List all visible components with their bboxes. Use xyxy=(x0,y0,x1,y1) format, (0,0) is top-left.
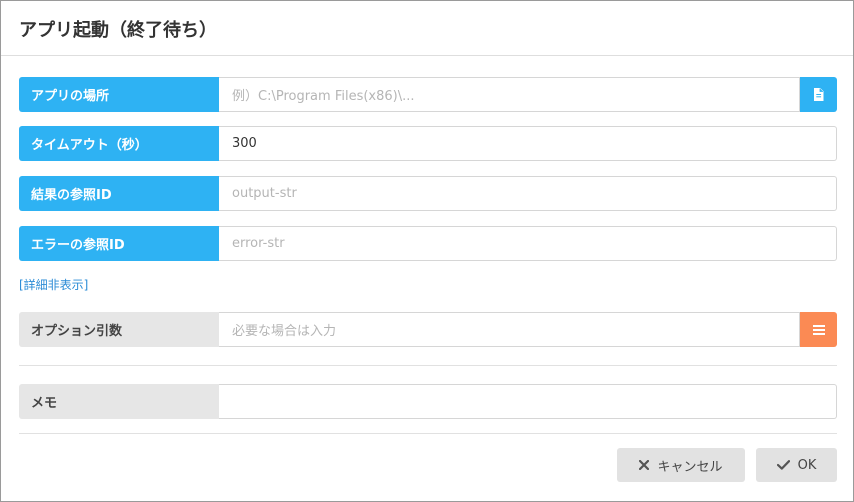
cancel-button-label: キャンセル xyxy=(657,459,723,475)
memo-label: メモ xyxy=(19,384,219,419)
error-ref-placeholder: error-str xyxy=(232,236,285,251)
file-picker-button[interactable] xyxy=(800,77,837,112)
error-ref-row: エラーの参照ID error-str xyxy=(19,226,837,261)
dialog-header: アプリ起動（終了待ち） xyxy=(1,1,853,56)
memo-input[interactable] xyxy=(219,384,837,419)
toggle-details-link[interactable]: [詳細非表示] xyxy=(19,276,88,293)
ok-button-label: OK xyxy=(797,457,817,473)
divider xyxy=(19,365,837,366)
options-menu-button[interactable] xyxy=(800,312,837,347)
checkmark-icon xyxy=(776,460,790,470)
result-ref-label: 結果の参照ID xyxy=(19,176,219,211)
options-row: オプション引数 必要な場合は入力 xyxy=(19,312,837,347)
options-placeholder: 必要な場合は入力 xyxy=(232,324,337,339)
options-input[interactable]: 必要な場合は入力 xyxy=(219,312,800,347)
options-label: オプション引数 xyxy=(19,312,219,347)
dialog-title: アプリ起動（終了待ち） xyxy=(19,20,217,41)
close-x-icon xyxy=(639,460,650,470)
cancel-button[interactable]: キャンセル xyxy=(617,448,745,482)
divider xyxy=(19,433,837,434)
timeout-label: タイムアウト（秒） xyxy=(19,126,219,161)
timeout-row: タイムアウト（秒） 300 xyxy=(19,126,837,161)
error-ref-label: エラーの参照ID xyxy=(19,226,219,261)
result-ref-placeholder: output-str xyxy=(232,186,297,201)
app-location-row: アプリの場所 例）C:\Program Files(x86)\... xyxy=(19,77,837,112)
dialog: アプリ起動（終了待ち） アプリの場所 例）C:\Program Files(x8… xyxy=(0,0,854,502)
menu-lines-icon xyxy=(812,324,825,335)
app-location-placeholder: 例）C:\Program Files(x86)\... xyxy=(232,89,415,104)
app-location-input[interactable]: 例）C:\Program Files(x86)\... xyxy=(219,77,800,112)
result-ref-input[interactable]: output-str xyxy=(219,176,837,211)
memo-row: メモ xyxy=(19,384,837,419)
result-ref-row: 結果の参照ID output-str xyxy=(19,176,837,211)
error-ref-input[interactable]: error-str xyxy=(219,226,837,261)
app-location-label: アプリの場所 xyxy=(19,77,219,112)
ok-button[interactable]: OK xyxy=(756,448,837,482)
timeout-input[interactable]: 300 xyxy=(219,126,837,161)
file-icon xyxy=(814,88,824,101)
